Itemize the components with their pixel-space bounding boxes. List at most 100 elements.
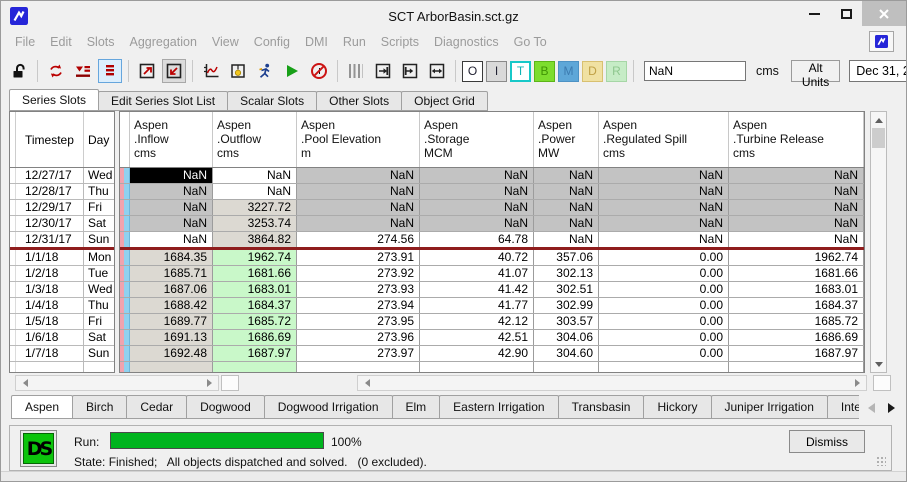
cell[interactable]: NaN	[729, 216, 864, 231]
cell[interactable]: 273.97	[297, 346, 420, 361]
cell[interactable]	[534, 362, 599, 372]
scroll-left-button[interactable]	[360, 375, 374, 391]
cell[interactable]: 1683.01	[729, 282, 864, 297]
tab-series-slots[interactable]: Series Slots	[9, 89, 99, 111]
object-tab-juniper-irrigation[interactable]: Juniper Irrigation	[711, 395, 828, 419]
riverware-workspace-button[interactable]	[869, 31, 894, 52]
scroll-right-button[interactable]	[850, 375, 864, 391]
day-cell[interactable]: Thu	[84, 298, 114, 313]
menu-go-to[interactable]: Go To	[514, 35, 547, 49]
cell[interactable]: 0.00	[599, 314, 729, 329]
cell[interactable]	[729, 362, 864, 372]
cell[interactable]: 304.06	[534, 330, 599, 345]
object-tab-cedar[interactable]: Cedar	[126, 395, 187, 419]
target-flag-button[interactable]: T	[510, 61, 531, 82]
tab-other-slots[interactable]: Other Slots	[316, 91, 402, 111]
object-tab-transbasin[interactable]: Transbasin	[558, 395, 645, 419]
aggregation-filter-button[interactable]	[71, 59, 95, 83]
cell[interactable]: 0.00	[599, 282, 729, 297]
cell[interactable]: 0.00	[599, 266, 729, 281]
day-cell[interactable]: Sun	[84, 232, 114, 247]
scroll-left-button[interactable]	[18, 375, 32, 391]
cell[interactable]: 1681.66	[213, 266, 297, 281]
cell[interactable]: 1685.71	[130, 266, 213, 281]
cell[interactable]: 42.12	[420, 314, 534, 329]
object-tab-scroll-right-button[interactable]	[884, 400, 898, 416]
cell[interactable]: 40.72	[420, 250, 534, 265]
cell[interactable]: 3227.72	[213, 200, 297, 215]
cell[interactable]: 1684.37	[213, 298, 297, 313]
timestep-cell[interactable]: 12/31/17	[16, 232, 84, 247]
cell[interactable]: 42.90	[420, 346, 534, 361]
cell[interactable]: 1683.01	[213, 282, 297, 297]
expand-aggregation-button[interactable]	[135, 59, 159, 83]
cell[interactable]: 1689.77	[130, 314, 213, 329]
timestep-cell[interactable]	[16, 362, 84, 372]
cell[interactable]: NaN	[534, 232, 599, 247]
refresh-values-button[interactable]	[44, 59, 68, 83]
cell[interactable]: NaN	[213, 168, 297, 183]
tab-edit-series-slot-list[interactable]: Edit Series Slot List	[98, 91, 228, 111]
cell-value-input[interactable]	[644, 61, 746, 81]
day-cell[interactable]: Wed	[84, 282, 114, 297]
cell[interactable]	[420, 362, 534, 372]
cell[interactable]: NaN	[599, 200, 729, 215]
cell[interactable]: NaN	[534, 216, 599, 231]
menu-view[interactable]: View	[212, 35, 239, 49]
cell[interactable]: NaN	[599, 232, 729, 247]
cell[interactable]: NaN	[420, 184, 534, 199]
cell[interactable]: NaN	[534, 184, 599, 199]
cell[interactable]: 41.77	[420, 298, 534, 313]
output-flag-button[interactable]: O	[462, 61, 483, 82]
cell[interactable]: 41.42	[420, 282, 534, 297]
cell[interactable]: NaN	[729, 184, 864, 199]
day-cell[interactable]: Thu	[84, 184, 114, 199]
cell[interactable]: 273.93	[297, 282, 420, 297]
cell[interactable]: 302.13	[534, 266, 599, 281]
cell[interactable]: 1688.42	[130, 298, 213, 313]
cell[interactable]: NaN	[130, 168, 213, 183]
cell[interactable]: NaN	[599, 216, 729, 231]
object-tab-dogwood-irrigation[interactable]: Dogwood Irrigation	[264, 395, 393, 419]
cell[interactable]: 3864.82	[213, 232, 297, 247]
timestep-cell[interactable]: 1/7/18	[16, 346, 84, 361]
day-cell[interactable]: Tue	[84, 266, 114, 281]
lock-button[interactable]	[7, 59, 31, 83]
cell[interactable]: 273.95	[297, 314, 420, 329]
cell[interactable]: 1686.69	[213, 330, 297, 345]
drift-flag-button[interactable]: D	[582, 61, 603, 82]
cell[interactable]: 3253.74	[213, 216, 297, 231]
day-cell[interactable]	[84, 362, 114, 372]
cell[interactable]: 0.00	[599, 346, 729, 361]
timestep-cell[interactable]: 1/6/18	[16, 330, 84, 345]
cell[interactable]: NaN	[130, 200, 213, 215]
day-cell[interactable]: Wed	[84, 168, 114, 183]
max-capacity-flag-button[interactable]: M	[558, 61, 579, 82]
menu-slots[interactable]: Slots	[87, 35, 115, 49]
object-tab-eastern-irrigation[interactable]: Eastern Irrigation	[439, 395, 558, 419]
cell[interactable]: 1692.48	[130, 346, 213, 361]
menu-diagnostics[interactable]: Diagnostics	[434, 35, 499, 49]
cell[interactable]: 1685.72	[729, 314, 864, 329]
cell[interactable]: NaN	[729, 200, 864, 215]
cell[interactable]: 0.00	[599, 250, 729, 265]
cell[interactable]: NaN	[599, 184, 729, 199]
timestep-cell[interactable]: 12/30/17	[16, 216, 84, 231]
cell[interactable]: NaN	[130, 184, 213, 199]
column-header-aspen-regulated-spill[interactable]: Aspen.Regulated Spillcms	[599, 112, 729, 167]
column-header-aspen-storage[interactable]: Aspen.StorageMCM	[420, 112, 534, 167]
cell[interactable]: NaN	[534, 200, 599, 215]
show-slot-rows-button[interactable]	[98, 59, 122, 83]
date-value[interactable]: Dec 31, 2017	[850, 64, 907, 78]
object-tab-scroll-left-button[interactable]	[864, 400, 878, 416]
cell[interactable]	[297, 362, 420, 372]
day-cell[interactable]: Sun	[84, 346, 114, 361]
day-cell[interactable]: Fri	[84, 314, 114, 329]
tab-object-grid[interactable]: Object Grid	[401, 91, 488, 111]
timestep-cell[interactable]: 1/1/18	[16, 250, 84, 265]
cell[interactable]: 1684.37	[729, 298, 864, 313]
cell[interactable]: NaN	[297, 168, 420, 183]
run-control-button[interactable]	[253, 59, 277, 83]
frozen-horizontal-scrollbar[interactable]	[15, 375, 219, 391]
timestep-cell[interactable]: 1/5/18	[16, 314, 84, 329]
